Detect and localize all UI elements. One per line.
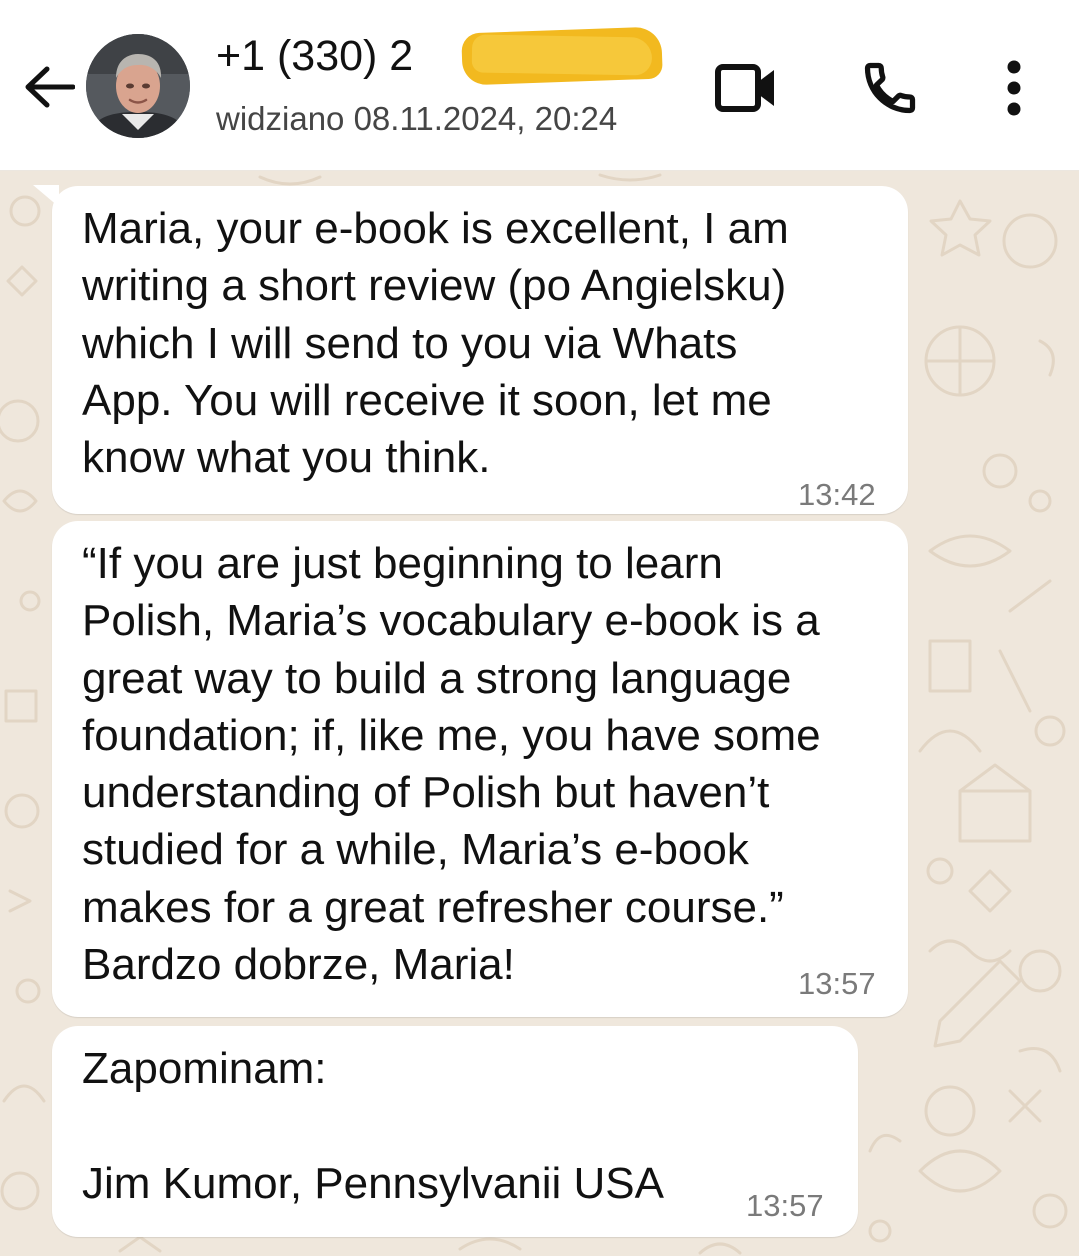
message-timestamp: 13:57: [746, 1188, 824, 1223]
phone-icon: [864, 62, 916, 114]
incoming-message-bubble[interactable]: “If you are just beginning to learn Poli…: [52, 521, 908, 1017]
contact-avatar[interactable]: [86, 34, 190, 138]
message-timestamp: 13:57: [798, 966, 876, 1001]
contact-name[interactable]: +1 (330) 2: [216, 32, 413, 81]
message-timestamp: 13:42: [798, 477, 876, 512]
incoming-message-bubble[interactable]: Zapominam: Jim Kumor, Pennsylvanii USA 1…: [52, 1026, 858, 1237]
chat-header: +1 (330) 2 widziano 08.11.2024, 20:24: [0, 0, 1079, 171]
voice-call-button[interactable]: [852, 50, 928, 126]
last-seen-status: widziano 08.11.2024, 20:24: [216, 100, 618, 137]
chat-area[interactable]: Maria, your e-book is excellent, I am wr…: [0, 171, 1079, 1256]
avatar-photo: [86, 34, 190, 138]
bubble-tail: [33, 185, 59, 207]
message-text: Zapominam: Jim Kumor, Pennsylvanii USA: [82, 1044, 664, 1208]
message-text: Maria, your e-book is excellent, I am wr…: [82, 204, 789, 483]
arrow-left-icon: [25, 66, 75, 108]
video-call-button[interactable]: [704, 50, 788, 126]
redaction-mark: [461, 26, 663, 86]
incoming-message-bubble[interactable]: Maria, your e-book is excellent, I am wr…: [52, 186, 908, 514]
more-options-button[interactable]: [990, 50, 1038, 126]
more-vertical-icon: [1007, 60, 1021, 116]
video-camera-icon: [715, 64, 774, 112]
back-button[interactable]: [18, 56, 80, 118]
message-text: “If you are just beginning to learn Poli…: [82, 539, 821, 990]
